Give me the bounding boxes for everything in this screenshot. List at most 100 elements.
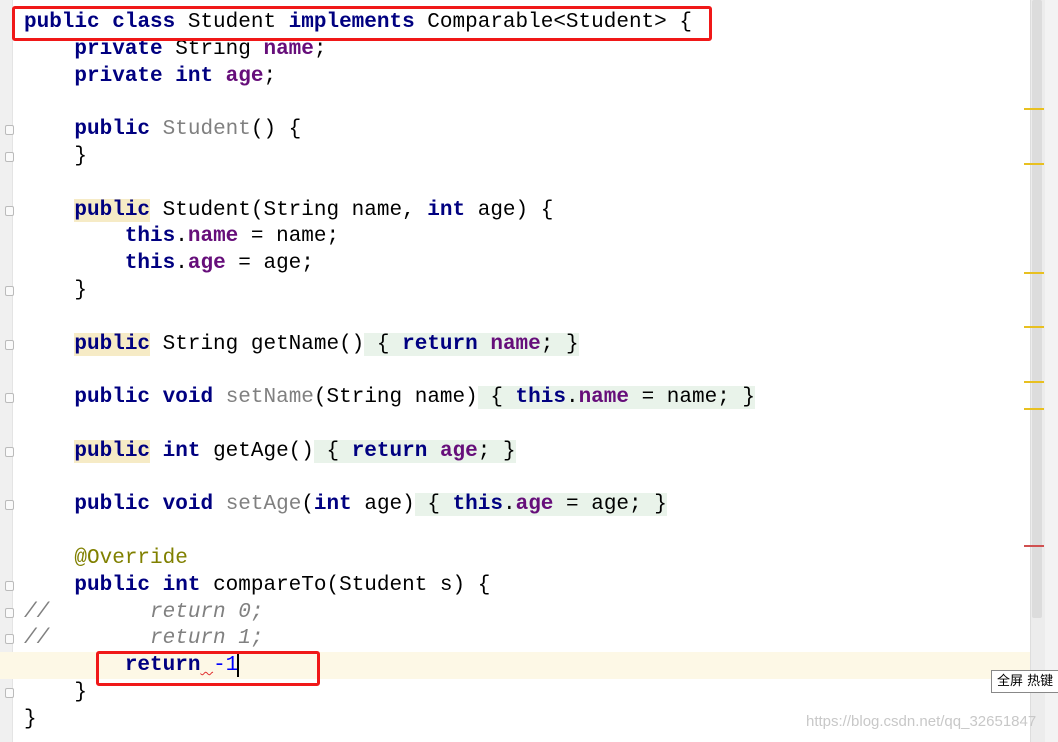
code-token: name <box>263 37 314 61</box>
code-token: age <box>225 64 264 88</box>
code-token: age <box>187 252 226 276</box>
fold-toggle-icon[interactable] <box>5 500 14 511</box>
code-token: int <box>175 64 214 88</box>
code-token: this <box>515 386 566 410</box>
code-token: int <box>162 573 201 597</box>
code-token: setAge <box>225 493 302 517</box>
code-token: setName <box>225 386 314 410</box>
error-stripe-mark[interactable] <box>1024 162 1044 165</box>
error-stripe-mark[interactable] <box>1024 326 1044 329</box>
fold-toggle-icon[interactable] <box>5 286 14 296</box>
code-token: age) { <box>465 198 554 222</box>
fold-toggle-icon[interactable] <box>5 339 14 350</box>
code-line[interactable]: public int getAge() { return age; } <box>0 438 1030 465</box>
code-token: this <box>452 493 503 517</box>
watermark: https://blog.csdn.net/qq_32651847 <box>806 713 1037 730</box>
code-line[interactable] <box>0 465 1030 492</box>
code-token: // return 0; <box>24 600 264 624</box>
fold-toggle-icon[interactable] <box>5 152 14 162</box>
fold-toggle-icon[interactable] <box>5 607 14 618</box>
code-line[interactable]: this.age = age; <box>0 250 1030 277</box>
code-token: { <box>414 493 453 517</box>
code-token: = name; <box>238 225 340 249</box>
code-token: Student(String name, <box>150 198 428 222</box>
code-token: this <box>124 252 176 276</box>
code-token: compareTo(Student s) { <box>200 573 491 597</box>
code-line[interactable] <box>0 357 1030 384</box>
code-token: public <box>74 439 151 463</box>
code-token <box>427 439 440 463</box>
code-line[interactable] <box>0 518 1030 545</box>
code-token: return <box>351 439 428 463</box>
code-token: private <box>74 64 163 88</box>
code-line[interactable] <box>0 170 1030 197</box>
code-line[interactable] <box>0 304 1030 331</box>
code-token: public <box>74 118 151 142</box>
code-token: String getName() <box>150 332 365 356</box>
code-token: String <box>162 37 264 61</box>
scrollbar-thumb[interactable] <box>1032 0 1042 618</box>
tooltip: 全屏 热键 <box>991 670 1058 693</box>
code-line[interactable]: } <box>0 143 1030 170</box>
code-token: age) <box>351 493 415 517</box>
code-token: public <box>74 332 151 356</box>
code-token: ( <box>301 493 314 517</box>
error-stripe-mark[interactable] <box>1024 544 1044 547</box>
code-token: age <box>515 493 554 517</box>
fold-toggle-icon[interactable] <box>5 446 14 457</box>
class-declaration-highlight-box <box>12 6 712 41</box>
code-line[interactable]: this.name = name; <box>0 223 1030 250</box>
code-token: age <box>439 439 478 463</box>
code-token: Student <box>162 118 251 142</box>
code-line[interactable]: @Override <box>0 545 1030 572</box>
code-line[interactable] <box>0 411 1030 438</box>
code-line[interactable]: public Student(String name, int age) { <box>0 197 1030 224</box>
code-token: = age; } <box>553 493 667 517</box>
code-line[interactable]: // return 1; <box>0 625 1030 652</box>
code-token <box>477 332 491 356</box>
code-line[interactable]: public int compareTo(Student s) { <box>0 572 1030 599</box>
fold-toggle-icon[interactable] <box>5 688 14 698</box>
code-line[interactable] <box>0 89 1030 116</box>
code-line[interactable]: public Student() { <box>0 116 1030 143</box>
code-line[interactable]: // return 0; <box>0 599 1030 626</box>
code-line[interactable]: public String getName() { return name; } <box>0 331 1030 358</box>
code-token: name <box>578 386 629 410</box>
fold-toggle-icon[interactable] <box>5 634 14 645</box>
code-token: } <box>24 681 88 704</box>
code-token: } <box>24 279 88 302</box>
code-token: this <box>124 225 176 249</box>
fold-toggle-icon[interactable] <box>5 205 14 216</box>
code-line[interactable]: private int age; <box>0 63 1030 90</box>
error-stripe-mark[interactable] <box>1024 108 1044 110</box>
code-line[interactable]: public void setAge(int age) { this.age =… <box>0 491 1030 518</box>
code-token: public <box>74 198 151 222</box>
code-token: private <box>74 37 163 61</box>
code-token: public <box>74 573 151 597</box>
error-stripe-mark[interactable] <box>1024 271 1044 274</box>
fold-toggle-icon[interactable] <box>5 393 14 404</box>
code-token: ; <box>313 37 327 61</box>
code-editor[interactable]: public class Student implements Comparab… <box>0 0 1030 742</box>
code-token: { <box>313 439 352 463</box>
fold-toggle-icon[interactable] <box>5 580 14 591</box>
code-line[interactable]: } <box>0 277 1030 304</box>
code-line[interactable]: public void setName(String name) { this.… <box>0 384 1030 411</box>
fold-toggle-icon[interactable] <box>5 125 14 136</box>
error-stripe-mark[interactable] <box>1024 408 1044 411</box>
error-stripe-mark[interactable] <box>1024 381 1044 383</box>
code-token: int <box>162 439 201 463</box>
code-token: ; } <box>477 439 516 463</box>
